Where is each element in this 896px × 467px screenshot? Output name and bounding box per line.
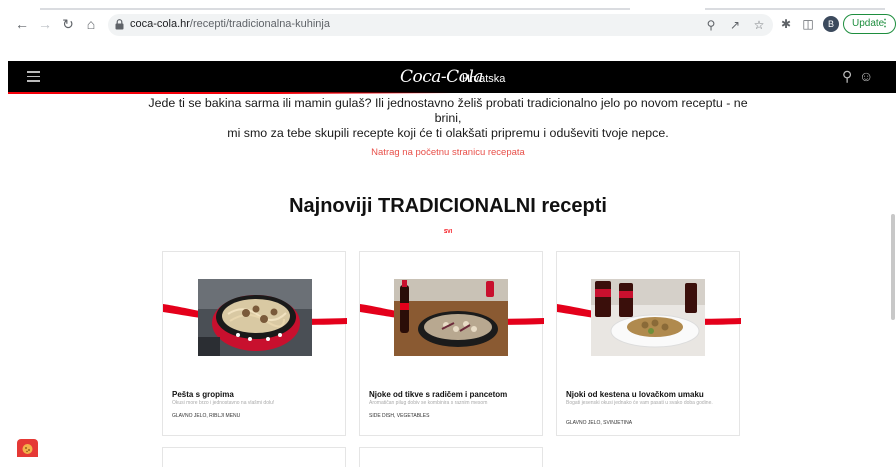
update-button[interactable]: Update ⋮ <box>843 14 896 34</box>
recipe-card-next-row[interactable] <box>359 447 543 467</box>
recipe-description: Okusi more brzo i jednostavno na vlašmi … <box>172 400 275 406</box>
extensions-puzzle-icon[interactable]: ✱ <box>778 16 794 32</box>
forward-arrow-icon[interactable]: → <box>37 16 53 32</box>
recipe-title[interactable]: Njoki od kestena u lovačkom umaku <box>566 390 704 399</box>
header-red-accent <box>8 92 896 94</box>
active-tab-edge <box>40 8 630 10</box>
profile-avatar[interactable]: B <box>823 16 839 32</box>
bookmark-star-icon[interactable]: ☆ <box>751 17 767 33</box>
recipe-card[interactable]: Njoki od kestena u lovačkom umaku Bogati… <box>556 251 741 436</box>
intro-text: Jede ti se bakina sarma ili mamin gulaš?… <box>140 96 756 141</box>
url-path: /recepti/tradicionalna-kuhinja <box>189 18 330 30</box>
browser-chrome: ← → ↻ ⌂ coca-cola.hr/recepti/tradicional… <box>0 0 896 48</box>
tab-edge <box>705 8 885 10</box>
all-recipes-link[interactable]: SVI <box>0 229 896 235</box>
recipe-category: GLAVNO JELO, RIBLJI MENU <box>172 413 241 419</box>
site-header: Coca-Cola Hrvatska ⚲ ☺ <box>8 61 896 93</box>
recipe-description: Aromatičan pilug dobiv se kombinira s ra… <box>369 400 488 406</box>
zoom-icon[interactable]: ⚲ <box>703 17 719 33</box>
share-icon[interactable]: ↗ <box>727 17 743 33</box>
recipe-title[interactable]: Njoke od tikve s radičem i pancetom <box>369 390 507 399</box>
recipe-title[interactable]: Pešta s gropima <box>172 390 234 399</box>
side-panel-icon[interactable]: ◫ <box>800 16 816 32</box>
recipe-category: GLAVNO JELO, SVINJETINA <box>566 420 633 426</box>
url-text: coca-cola.hr/recepti/tradicionalna-kuhin… <box>130 18 330 30</box>
recipe-image-chestnut-gnocchi <box>591 279 705 356</box>
lock-icon <box>115 19 124 30</box>
country-label: Hrvatska <box>462 73 506 85</box>
recipe-card[interactable]: Pešta s gropima Okusi more brzo i jednos… <box>162 251 347 436</box>
recipe-card[interactable]: Njoke od tikve s radičem i pancetom Arom… <box>359 251 544 436</box>
reload-icon[interactable]: ↻ <box>60 16 76 32</box>
cookie-icon <box>22 444 33 454</box>
intro-line-2: mi smo za tebe skupili recepte koji će t… <box>227 126 669 140</box>
section-title: Najnoviji TRADICIONALNI recepti <box>289 195 607 217</box>
back-to-recipes-link[interactable]: Natrag na početnu stranicu recepata <box>0 147 896 158</box>
search-icon[interactable]: ⚲ <box>842 68 858 84</box>
url-domain: coca-cola.hr <box>130 18 190 30</box>
recipe-category: SIDE DISH, VEGETABLES <box>369 413 430 419</box>
address-bar[interactable]: coca-cola.hr/recepti/tradicionalna-kuhin… <box>108 14 773 36</box>
intro-line-1: Jede ti se bakina sarma ili mamin gulaš?… <box>148 96 748 125</box>
user-icon[interactable]: ☺ <box>859 68 875 84</box>
recipe-card-next-row[interactable] <box>162 447 346 467</box>
home-icon[interactable]: ⌂ <box>83 16 99 32</box>
recipe-image-pasta <box>198 279 312 356</box>
more-menu-icon[interactable]: ⋮ <box>880 15 890 33</box>
back-arrow-icon[interactable]: ← <box>14 16 30 32</box>
page-scrollbar-thumb[interactable] <box>891 214 895 320</box>
recipe-description: Bogati jesenski okusi jednako će vam pas… <box>566 400 713 406</box>
cookie-settings-button[interactable] <box>17 439 38 457</box>
hamburger-menu-icon[interactable] <box>27 71 40 82</box>
recipe-image-gnocchi <box>394 279 508 356</box>
tab-strip <box>0 0 896 10</box>
